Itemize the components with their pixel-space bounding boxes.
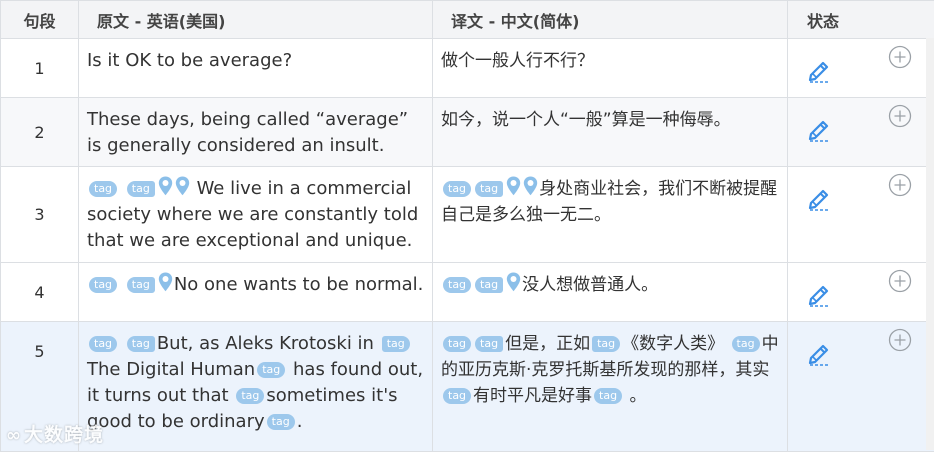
header-status: 状态 xyxy=(788,1,934,39)
tag-marker[interactable]: tag xyxy=(443,181,471,197)
location-pin-icon xyxy=(506,272,521,292)
tag-marker[interactable]: tag xyxy=(732,336,760,352)
tag-marker[interactable]: tag xyxy=(89,181,117,197)
add-circle-icon[interactable] xyxy=(888,45,912,69)
header-target: 译文 - 中文(简体) xyxy=(433,1,788,39)
source-cell[interactable]: Is it OK to be average? xyxy=(79,39,433,98)
tag-marker[interactable]: tag xyxy=(475,277,503,293)
watermark-text: 大数跨境 xyxy=(24,424,104,446)
target-text: 但是，正如 xyxy=(505,334,590,354)
source-text: But, as Aleks Krotoski in xyxy=(157,333,374,354)
table-row: 2 These days, being called “average” is … xyxy=(1,98,934,167)
table-row: 1 Is it OK to be average? 做个一般人行不行？ xyxy=(1,39,934,98)
tag-marker[interactable]: tag xyxy=(127,277,155,293)
target-text: 有时平凡是好事 xyxy=(473,386,592,406)
segment-index: 3 xyxy=(1,167,79,263)
watermark-logo-icon: ∞ xyxy=(6,425,22,446)
source-cell[interactable]: tag tag No one wants to be normal. xyxy=(79,263,433,322)
segment-table: 句段 原文 - 英语(美国) 译文 - 中文(简体) 状态 1 Is it OK… xyxy=(0,0,934,452)
tag-marker[interactable]: tag xyxy=(443,336,471,352)
add-circle-icon[interactable] xyxy=(888,269,912,293)
segment-index: 2 xyxy=(1,98,79,167)
tag-marker[interactable]: tag xyxy=(267,414,295,430)
tag-marker[interactable]: tag xyxy=(443,388,471,404)
source-cell[interactable]: tag tagBut, as Aleks Krotoski in tag The… xyxy=(79,322,433,452)
add-circle-icon[interactable] xyxy=(888,173,912,197)
source-text: . xyxy=(297,411,303,432)
target-text: 《数字人类》 xyxy=(622,334,724,354)
location-pin-icon xyxy=(523,176,538,196)
target-cell[interactable]: tagtag 没人想做普通人。 xyxy=(433,263,788,322)
status-cell xyxy=(788,39,934,98)
source-text: No one wants to be normal. xyxy=(174,274,424,295)
tag-marker[interactable]: tag xyxy=(594,388,622,404)
add-circle-icon[interactable] xyxy=(888,328,912,352)
tag-marker[interactable]: tag xyxy=(592,336,620,352)
edit-pencil-icon[interactable] xyxy=(806,116,832,142)
tag-marker[interactable]: tag xyxy=(443,277,471,293)
tag-marker[interactable]: tag xyxy=(236,388,264,404)
source-text: These days, being called “average” is ge… xyxy=(87,109,408,156)
source-cell[interactable]: These days, being called “average” is ge… xyxy=(79,98,433,167)
tag-marker[interactable]: tag xyxy=(382,336,410,352)
location-pin-icon xyxy=(506,176,521,196)
vertical-scrollbar[interactable] xyxy=(926,38,934,450)
target-cell[interactable]: 如今，说一个人“一般”算是一种侮辱。 xyxy=(433,98,788,167)
edit-pencil-icon[interactable] xyxy=(806,57,832,83)
status-cell xyxy=(788,167,934,263)
table-row: 3 tag tag We live in a commercial societ… xyxy=(1,167,934,263)
target-text: 如今，说一个人“一般”算是一种侮辱。 xyxy=(441,110,731,130)
location-pin-icon xyxy=(158,272,173,292)
status-cell xyxy=(788,322,934,452)
target-text: 没人想做普通人。 xyxy=(522,275,658,295)
tag-marker[interactable]: tag xyxy=(89,277,117,293)
tag-marker[interactable]: tag xyxy=(89,336,117,352)
table-row: 4 tag tagNo one wants to be normal. tagt… xyxy=(1,263,934,322)
header-index: 句段 xyxy=(1,1,79,39)
source-cell[interactable]: tag tag We live in a commercial society … xyxy=(79,167,433,263)
edit-pencil-icon[interactable] xyxy=(806,340,832,366)
location-pin-icon xyxy=(158,176,173,196)
add-circle-icon[interactable] xyxy=(888,104,912,128)
target-cell[interactable]: tagtag身处商业社会，我们不断被提醒自己是多么独一无二。 xyxy=(433,167,788,263)
segment-index: 4 xyxy=(1,263,79,322)
target-text: 。 xyxy=(630,386,647,406)
tag-marker[interactable]: tag xyxy=(127,181,155,197)
table-row: 5 tag tagBut, as Aleks Krotoski in tag T… xyxy=(1,322,934,452)
tag-marker[interactable]: tag xyxy=(475,336,503,352)
target-cell[interactable]: tagtag但是，正如tag《数字人类》 tag中的亚历克斯·克罗托斯基所发现的… xyxy=(433,322,788,452)
target-cell[interactable]: 做个一般人行不行？ xyxy=(433,39,788,98)
location-pin-icon xyxy=(175,176,190,196)
watermark: ∞大数跨境 xyxy=(6,420,104,447)
tag-marker[interactable]: tag xyxy=(475,181,503,197)
edit-pencil-icon[interactable] xyxy=(806,281,832,307)
edit-pencil-icon[interactable] xyxy=(806,185,832,211)
tag-marker[interactable]: tag xyxy=(257,362,285,378)
source-text: The Digital Human xyxy=(87,359,255,380)
status-cell xyxy=(788,263,934,322)
segment-index: 1 xyxy=(1,39,79,98)
tag-marker[interactable]: tag xyxy=(127,336,155,352)
header-source: 原文 - 英语(美国) xyxy=(79,1,433,39)
table-header: 句段 原文 - 英语(美国) 译文 - 中文(简体) 状态 xyxy=(1,1,934,39)
source-text: Is it OK to be average? xyxy=(87,50,292,71)
target-text: 做个一般人行不行？ xyxy=(441,51,594,71)
status-cell xyxy=(788,98,934,167)
